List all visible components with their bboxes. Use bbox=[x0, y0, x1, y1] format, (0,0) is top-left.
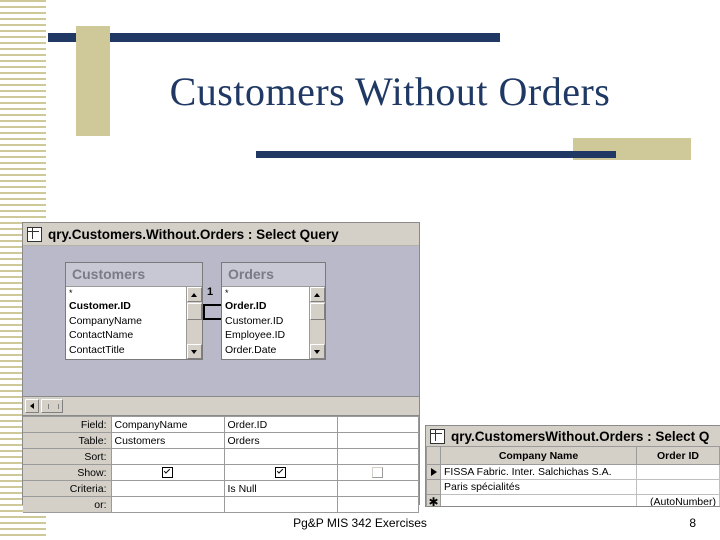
qbe-cell-field-1[interactable]: CompanyName bbox=[110, 416, 225, 433]
title-gold-block bbox=[76, 26, 110, 136]
table-box-customers-title: Customers bbox=[66, 263, 202, 286]
orders-field-scrollbar[interactable] bbox=[309, 287, 325, 359]
table-box-orders-fields: * Order.ID Customer.ID Employee.ID Order… bbox=[222, 286, 325, 359]
page-number: 8 bbox=[689, 516, 696, 530]
qbe-cell-field-2[interactable]: Order.ID bbox=[223, 416, 338, 433]
qbe-cell-show-1[interactable] bbox=[110, 464, 225, 481]
qbe-cell-criteria-1[interactable] bbox=[110, 480, 225, 497]
table-row: Sort: bbox=[23, 448, 419, 465]
current-record-arrow-icon bbox=[430, 468, 437, 477]
table-row: Table: Customers Orders bbox=[23, 432, 419, 449]
field-item[interactable]: * bbox=[225, 288, 310, 299]
scroll-down-button[interactable] bbox=[187, 344, 202, 359]
show-checkbox[interactable] bbox=[372, 467, 384, 479]
table-box-customers[interactable]: Customers * Customer.ID CompanyName Cont… bbox=[65, 262, 203, 360]
field-item[interactable]: Customer.ID bbox=[225, 314, 310, 329]
table-box-customers-fields: * Customer.ID CompanyName ContactName Co… bbox=[66, 286, 202, 359]
datasheet-icon bbox=[430, 428, 445, 444]
scrollbar-thumb[interactable] bbox=[310, 303, 325, 320]
qbe-row-label: Field: bbox=[23, 416, 112, 433]
qbe-cell-or-2[interactable] bbox=[223, 496, 338, 513]
join-label-one: 1 bbox=[207, 286, 214, 298]
field-item[interactable]: Employee.ID bbox=[225, 328, 310, 343]
field-item[interactable]: ContactName bbox=[69, 328, 187, 343]
qbe-grid[interactable]: Field: CompanyName Order.ID Table: Custo… bbox=[23, 416, 419, 513]
query-design-window: qry.Customers.Without.Orders : Select Qu… bbox=[22, 222, 420, 513]
cell-company[interactable]: FISSA Fabric. Inter. Salchichas S.A. bbox=[440, 464, 637, 480]
results-datasheet[interactable]: Company Name Order ID FISSA Fabric. Inte… bbox=[426, 446, 720, 507]
qbe-cell-criteria-2[interactable]: Is Null bbox=[223, 480, 338, 497]
qbe-cell-field-3[interactable] bbox=[336, 416, 419, 433]
qbe-cell-table-2[interactable]: Orders bbox=[223, 432, 338, 449]
show-checkbox[interactable] bbox=[162, 467, 173, 479]
qbe-cell-or-3[interactable] bbox=[336, 496, 419, 513]
footer-text: Pg&P MIS 342 Exercises bbox=[293, 516, 427, 530]
scrollbar-thumb[interactable] bbox=[187, 303, 202, 320]
scroll-down-button[interactable] bbox=[310, 344, 325, 359]
qbe-cell-show-2[interactable] bbox=[223, 464, 338, 481]
results-window-titlebar: qry.CustomersWithout.Orders : Select Q bbox=[426, 426, 720, 446]
qbe-cell-sort-1[interactable] bbox=[110, 448, 225, 465]
qbe-row-label: Criteria: bbox=[23, 480, 112, 497]
query-diagram-pane: Customers * Customer.ID CompanyName Cont… bbox=[23, 246, 419, 397]
table-row[interactable]: Paris spécialités bbox=[426, 479, 720, 495]
field-item[interactable]: Order.Date bbox=[225, 343, 310, 358]
scroll-left-button[interactable] bbox=[25, 399, 39, 413]
record-selector[interactable] bbox=[426, 464, 441, 480]
table-row[interactable]: ✱ (AutoNumber) bbox=[426, 494, 720, 507]
table-row: or: bbox=[23, 496, 419, 513]
qbe-row-label: Table: bbox=[23, 432, 112, 449]
qbe-cell-show-3[interactable] bbox=[336, 464, 419, 481]
cell-company[interactable] bbox=[440, 494, 637, 506]
customers-field-scrollbar[interactable] bbox=[186, 287, 202, 359]
column-header-orderid[interactable]: Order ID bbox=[636, 446, 720, 465]
table-header-row: Company Name Order ID bbox=[426, 446, 720, 465]
cell-orderid[interactable]: (AutoNumber) bbox=[636, 494, 720, 506]
join-line-left bbox=[203, 304, 223, 306]
new-record-star-icon: ✱ bbox=[428, 494, 439, 507]
cell-orderid[interactable] bbox=[636, 464, 720, 480]
title-bottom-bar bbox=[256, 151, 616, 158]
results-window-title: qry.CustomersWithout.Orders : Select Q bbox=[451, 428, 710, 444]
qbe-row-label: Show: bbox=[23, 464, 112, 481]
table-row: Criteria: Is Null bbox=[23, 480, 419, 497]
qbe-cell-table-3[interactable] bbox=[336, 432, 419, 449]
qbe-row-label: or: bbox=[23, 496, 112, 513]
page-title: Customers Without Orders bbox=[169, 69, 611, 114]
query-window-title: qry.Customers.Without.Orders : Select Qu… bbox=[48, 226, 339, 242]
column-header-company[interactable]: Company Name bbox=[440, 446, 637, 465]
field-item[interactable]: Customer.ID bbox=[69, 299, 187, 314]
select-all-corner[interactable] bbox=[426, 446, 441, 465]
diagram-horizontal-scrollbar[interactable] bbox=[23, 397, 419, 416]
title-top-bar bbox=[48, 33, 500, 42]
query-window-titlebar: qry.Customers.Without.Orders : Select Qu… bbox=[23, 223, 419, 246]
horizontal-scrollbar-thumb[interactable] bbox=[41, 399, 63, 413]
cell-company[interactable]: Paris spécialités bbox=[440, 479, 637, 495]
qbe-row-label: Sort: bbox=[23, 448, 112, 465]
query-results-window: qry.CustomersWithout.Orders : Select Q C… bbox=[425, 425, 720, 507]
table-box-orders-title: Orders bbox=[222, 263, 325, 286]
query-design-icon bbox=[27, 226, 42, 242]
scroll-up-button[interactable] bbox=[310, 287, 325, 302]
table-row: Show: bbox=[23, 464, 419, 481]
field-item[interactable]: ContactTitle bbox=[69, 343, 187, 358]
qbe-cell-criteria-3[interactable] bbox=[336, 480, 419, 497]
qbe-cell-or-1[interactable] bbox=[110, 496, 225, 513]
field-item[interactable]: Order.ID bbox=[225, 299, 310, 314]
table-row[interactable]: FISSA Fabric. Inter. Salchichas S.A. bbox=[426, 464, 720, 480]
qbe-cell-sort-2[interactable] bbox=[223, 448, 338, 465]
cell-orderid[interactable] bbox=[636, 479, 720, 495]
qbe-cell-sort-3[interactable] bbox=[336, 448, 419, 465]
table-box-orders[interactable]: Orders * Order.ID Customer.ID Employee.I… bbox=[221, 262, 326, 360]
record-selector[interactable]: ✱ bbox=[426, 494, 441, 507]
table-row: Field: CompanyName Order.ID bbox=[23, 416, 419, 433]
scroll-up-button[interactable] bbox=[187, 287, 202, 302]
field-item[interactable]: CompanyName bbox=[69, 314, 187, 329]
qbe-cell-table-1[interactable]: Customers bbox=[110, 432, 225, 449]
record-selector[interactable] bbox=[426, 479, 441, 495]
show-checkbox[interactable] bbox=[275, 467, 286, 479]
field-item[interactable]: * bbox=[69, 288, 187, 299]
